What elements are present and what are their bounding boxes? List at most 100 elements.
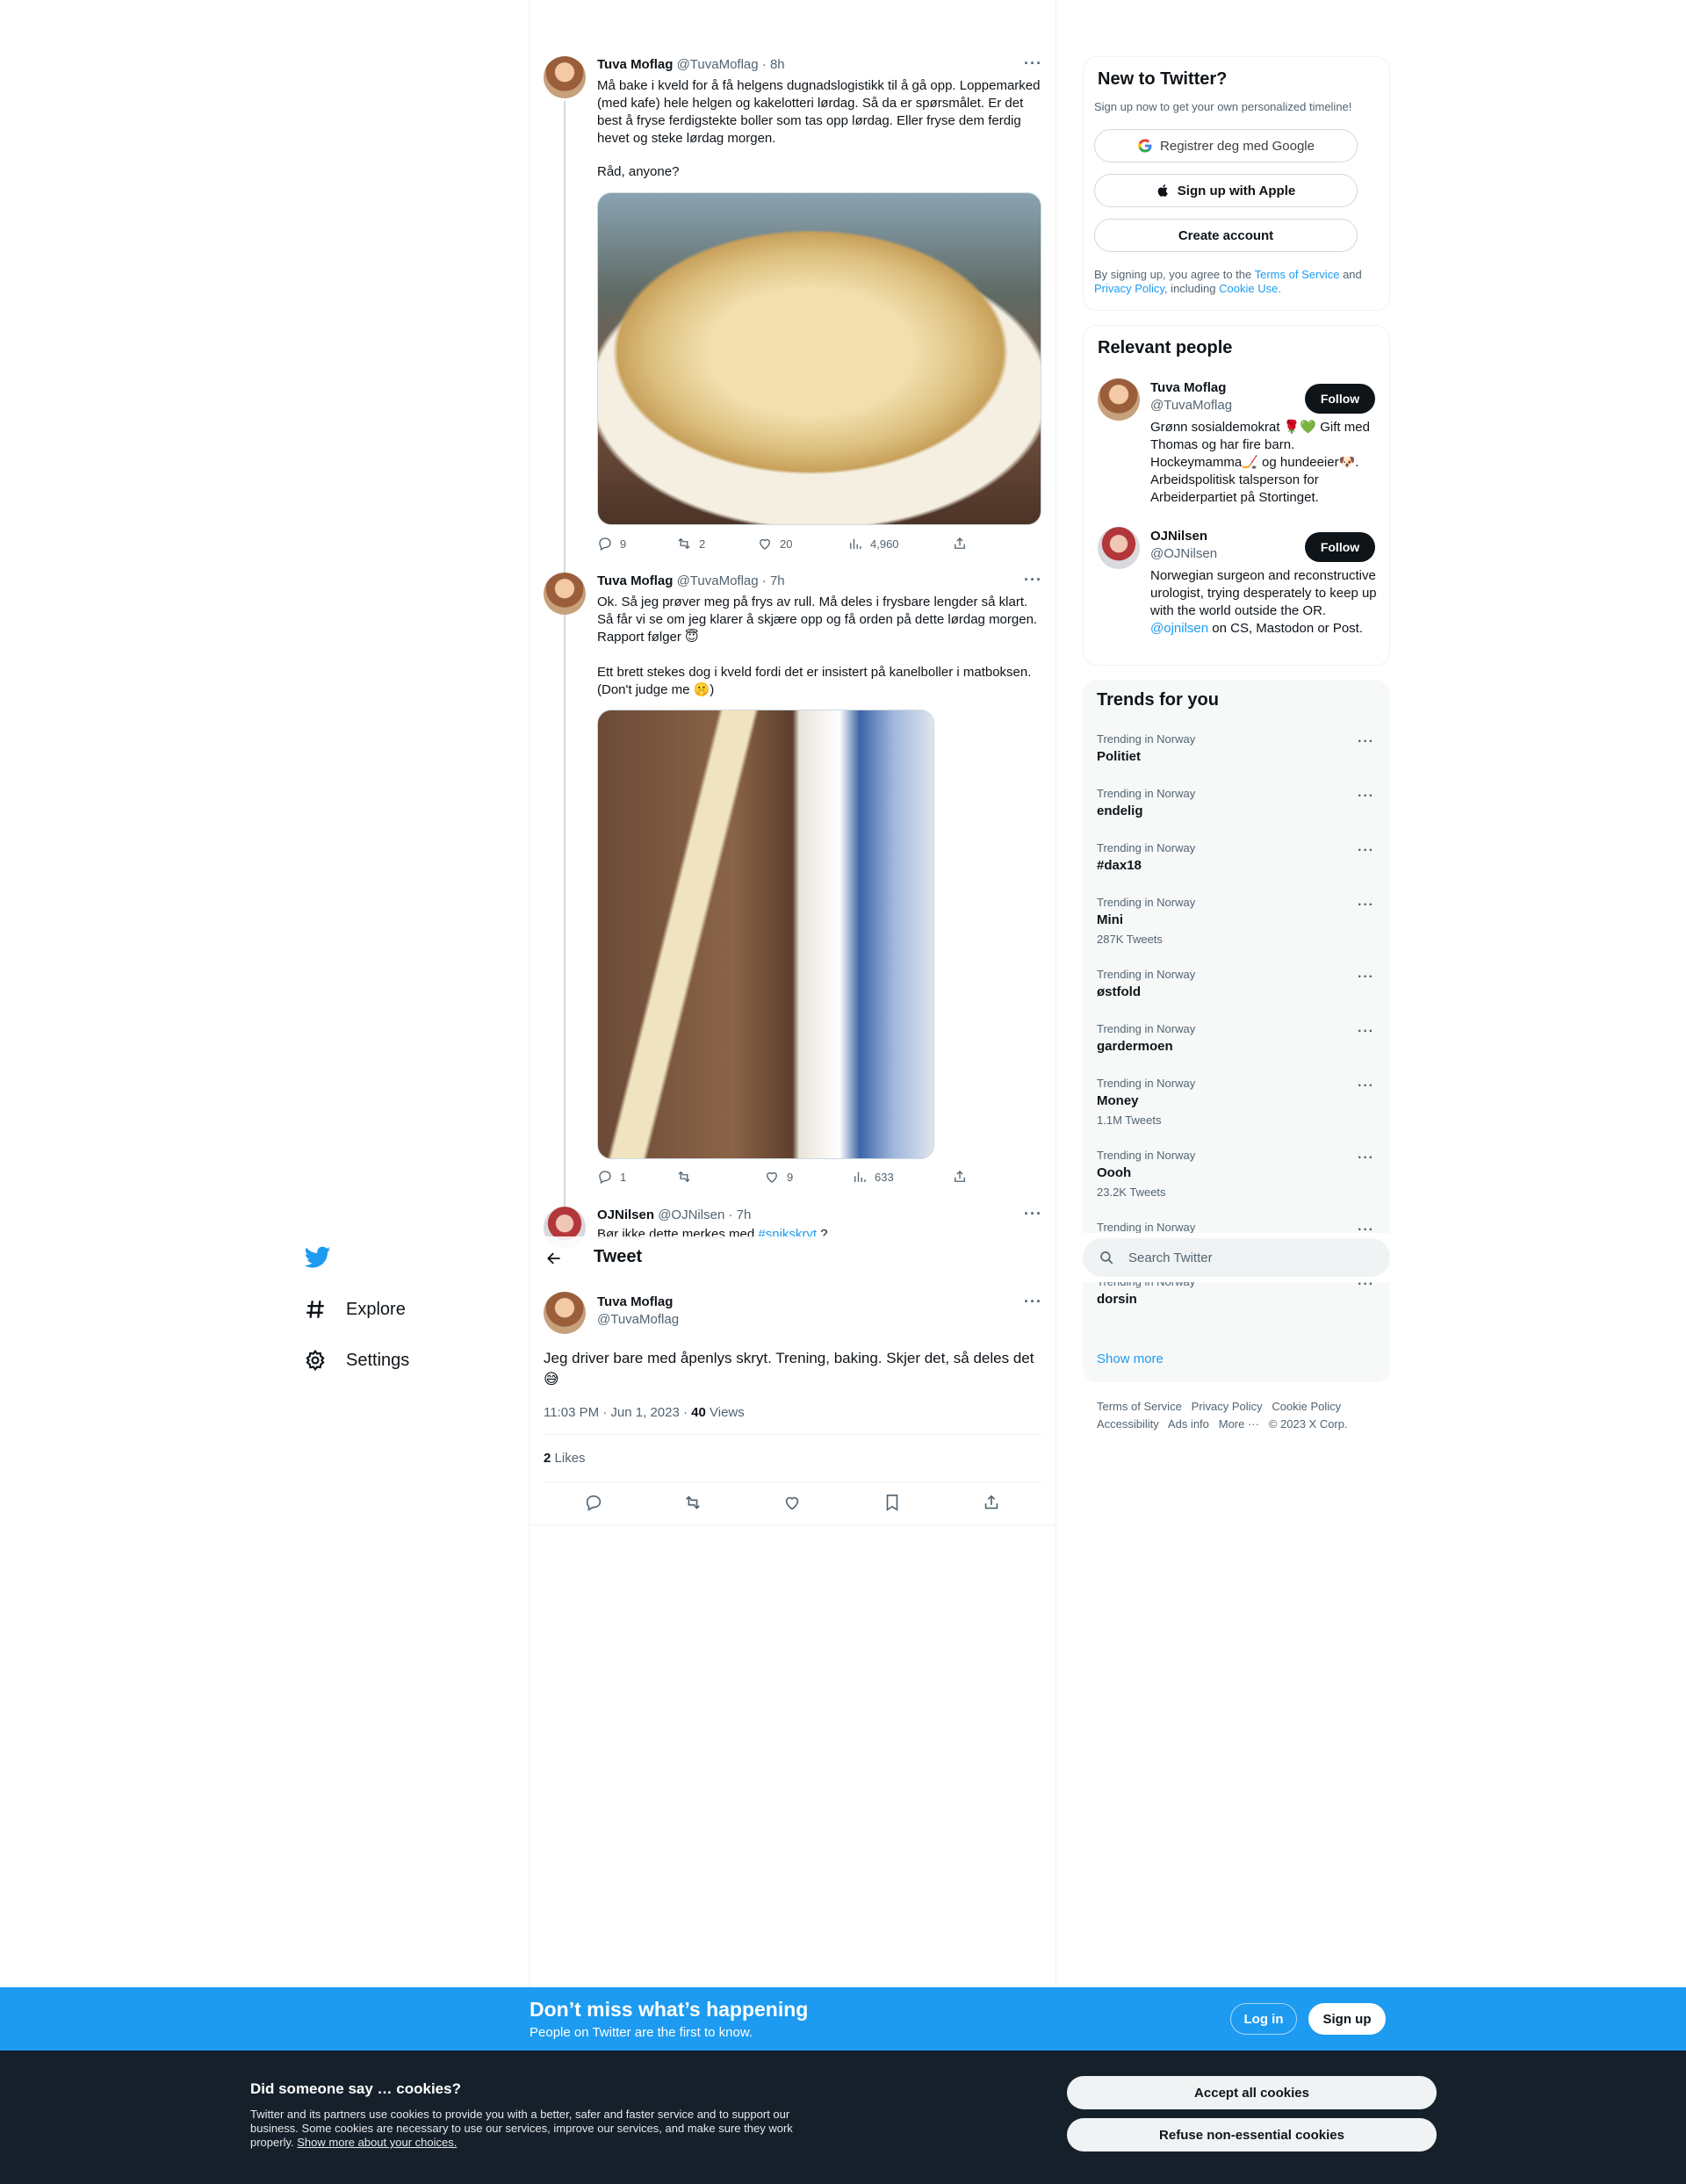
bookmark-icon[interactable]	[883, 1493, 902, 1512]
trend-more-icon[interactable]: ···	[1358, 1078, 1374, 1094]
refuse-cookies-button[interactable]: Refuse non-essential cookies	[1067, 2118, 1437, 2152]
more-options-icon[interactable]: ···	[1024, 1293, 1042, 1311]
trend-more-icon[interactable]: ···	[1358, 734, 1374, 750]
views-button[interactable]: 4,960	[847, 536, 899, 551]
person-name[interactable]: OJNilsen	[1150, 529, 1207, 544]
trend-item[interactable]: Trending in Norway endelig ···	[1083, 787, 1390, 841]
tweet-actions: 9 2 20 4,960	[597, 536, 1041, 553]
cookie-use-link[interactable]: Cookie Use.	[1219, 282, 1281, 295]
author-name[interactable]: Tuva Moflag	[597, 1294, 673, 1309]
login-button[interactable]: Log in	[1230, 2003, 1297, 2035]
avatar[interactable]	[1098, 527, 1140, 569]
privacy-link[interactable]: Privacy Policy	[1094, 282, 1164, 295]
trend-more-icon[interactable]: ···	[1358, 843, 1374, 859]
trend-more-icon[interactable]: ···	[1358, 897, 1374, 913]
trend-item[interactable]: Trending in Norway østfold ···	[1083, 968, 1390, 1022]
author-handle[interactable]: @TuvaMoflag	[597, 1312, 679, 1327]
search-input[interactable]: Search Twitter	[1083, 1238, 1390, 1277]
bio-mention-link[interactable]: @ojnilsen	[1150, 621, 1208, 636]
trend-item[interactable]: Trending in Norwaydorsin···	[1083, 1275, 1390, 1330]
views-button[interactable]: 633	[852, 1169, 894, 1185]
cookie-more-link[interactable]: Show more about your choices.	[297, 2136, 457, 2149]
reply-icon	[599, 1171, 611, 1184]
retweet-button[interactable]: 2	[676, 536, 705, 551]
person-name[interactable]: Tuva Moflag	[1150, 380, 1226, 395]
nav-label: Settings	[346, 1350, 410, 1370]
more-options-icon[interactable]: ···	[1024, 1205, 1042, 1223]
footer-link[interactable]: Cookie Policy	[1272, 1400, 1341, 1413]
show-more-link[interactable]: Show more	[1097, 1351, 1164, 1366]
trend-item[interactable]: Trending in Norway Politiet ···	[1083, 732, 1390, 787]
author-handle[interactable]: @TuvaMoflag	[677, 57, 759, 72]
trend-more-icon[interactable]: ···	[1358, 1024, 1374, 1040]
trend-item[interactable]: Trending in Norway #dax18 ···	[1083, 841, 1390, 896]
tweet-time[interactable]: · 8h	[762, 57, 785, 72]
apple-signup-button[interactable]: Sign up with Apple	[1094, 174, 1358, 207]
avatar[interactable]	[544, 573, 586, 615]
like-count: 20	[780, 537, 793, 551]
more-options-icon[interactable]: ···	[1024, 571, 1042, 589]
google-signup-button[interactable]: Registrer deg med Google	[1094, 129, 1358, 162]
retweet-button[interactable]	[676, 1169, 699, 1185]
author-handle[interactable]: @TuvaMoflag	[677, 573, 759, 588]
trend-item[interactable]: Trending in Norway Money 1.1M Tweets ···	[1083, 1077, 1390, 1149]
tweet-meta: 11:03 PM · Jun 1, 2023 · 40 Views	[544, 1405, 745, 1420]
reply-icon[interactable]	[584, 1493, 603, 1512]
likes-stat[interactable]: 2 Likes	[544, 1451, 586, 1466]
footer-link[interactable]: More ···	[1219, 1417, 1259, 1431]
create-account-button[interactable]: Create account	[1094, 219, 1358, 252]
like-button[interactable]: 9	[764, 1169, 793, 1185]
trend-category: Trending in Norway	[1097, 1077, 1196, 1090]
footer-link[interactable]: Accessibility	[1097, 1417, 1159, 1431]
more-options-icon[interactable]: ···	[1024, 54, 1042, 73]
reply-button[interactable]: 9	[597, 536, 626, 551]
share-icon[interactable]	[982, 1493, 1001, 1512]
trend-name: dorsin	[1097, 1292, 1137, 1307]
tweet-text-2: Råd, anyone?	[597, 164, 680, 179]
author-handle[interactable]: @OJNilsen	[658, 1207, 724, 1222]
trend-more-icon[interactable]: ···	[1358, 789, 1374, 804]
reply-button[interactable]: 1	[597, 1169, 626, 1185]
retweet-icon[interactable]	[683, 1493, 702, 1512]
tweet-time[interactable]: · 7h	[728, 1207, 751, 1222]
nav-settings[interactable]: Settings	[304, 1349, 409, 1372]
tweet-photo[interactable]	[597, 192, 1041, 525]
tweet-header: OJNilsen @OJNilsen · 7h	[597, 1207, 751, 1224]
author-name[interactable]: OJNilsen	[597, 1207, 654, 1222]
bio-text-suffix: on CS, Mastodon or Post.	[1212, 621, 1364, 636]
author-name[interactable]: Tuva Moflag	[597, 57, 673, 72]
trend-category: Trending in Norway	[1097, 732, 1196, 746]
person-handle[interactable]: @OJNilsen	[1150, 546, 1217, 561]
avatar[interactable]	[544, 1292, 586, 1334]
nav-explore[interactable]: Explore	[304, 1298, 406, 1321]
like-button[interactable]: 20	[757, 536, 792, 551]
footer-link[interactable]: Terms of Service	[1097, 1400, 1182, 1413]
tweet-time[interactable]: · 7h	[762, 573, 785, 588]
search-icon	[1100, 1251, 1113, 1265]
follow-button[interactable]: Follow	[1305, 384, 1375, 414]
tweet-timestamp[interactable]: 11:03 PM · Jun 1, 2023 ·	[544, 1405, 688, 1420]
footer-link[interactable]: Ads info	[1168, 1417, 1209, 1431]
signup-button[interactable]: Sign up	[1308, 2003, 1386, 2035]
avatar[interactable]	[1098, 378, 1140, 421]
trend-more-icon[interactable]: ···	[1358, 1150, 1374, 1166]
views-count: 633	[875, 1170, 894, 1184]
trend-item[interactable]: Trending in Norway Mini 287K Tweets ···	[1083, 896, 1390, 968]
footer-link[interactable]: Privacy Policy	[1192, 1400, 1263, 1413]
share-button[interactable]	[952, 536, 968, 551]
heart-icon[interactable]	[782, 1493, 802, 1512]
trend-more-icon[interactable]: ···	[1358, 969, 1374, 985]
twitter-logo-icon[interactable]	[305, 1246, 331, 1269]
trend-item[interactable]: Trending in Norway Oooh 23.2K Tweets ···	[1083, 1149, 1390, 1221]
terms-link[interactable]: Terms of Service	[1255, 268, 1340, 281]
trend-category: Trending in Norway	[1097, 787, 1196, 800]
follow-button[interactable]: Follow	[1305, 532, 1375, 562]
person-handle[interactable]: @TuvaMoflag	[1150, 398, 1232, 413]
accept-cookies-button[interactable]: Accept all cookies	[1067, 2076, 1437, 2109]
tweet-photo[interactable]	[597, 710, 934, 1159]
back-arrow-icon[interactable]	[545, 1250, 563, 1267]
trend-item[interactable]: Trending in Norway gardermoen ···	[1083, 1022, 1390, 1077]
author-name[interactable]: Tuva Moflag	[597, 573, 673, 588]
share-button[interactable]	[952, 1169, 968, 1185]
avatar[interactable]	[544, 56, 586, 98]
